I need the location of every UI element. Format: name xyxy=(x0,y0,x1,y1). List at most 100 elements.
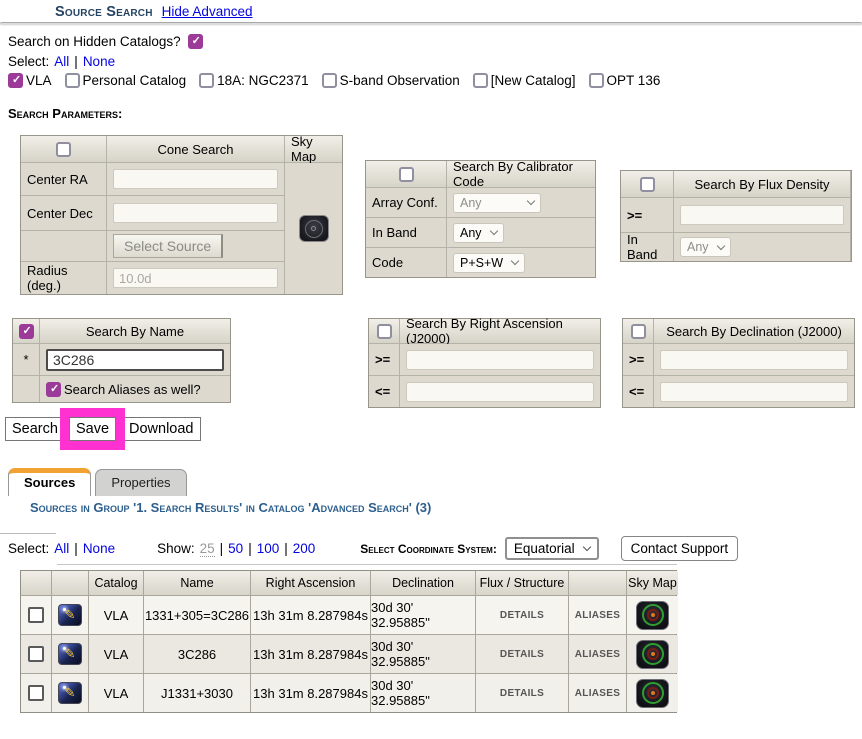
details-link[interactable]: Details xyxy=(476,596,568,634)
calib-in-band-select[interactable]: Any xyxy=(453,223,504,243)
sky-map-icon[interactable] xyxy=(636,679,669,708)
calib-in-band-label: In Band xyxy=(366,218,446,247)
flux-gte-input[interactable] xyxy=(680,205,844,225)
col-header-aliases xyxy=(569,571,626,595)
show-50-link[interactable]: 50 xyxy=(228,541,243,556)
chevron-down-icon xyxy=(489,227,497,235)
ra-lte-input[interactable] xyxy=(406,382,594,402)
results-select-all-link[interactable]: All xyxy=(54,541,69,556)
dec-gte-input[interactable] xyxy=(660,350,848,370)
rule-segment xyxy=(57,564,677,565)
sky-map-icon[interactable] xyxy=(636,601,669,630)
catalog-item-18a: 18A: NGC2371 xyxy=(199,73,309,88)
right-ascension-checkbox[interactable] xyxy=(377,324,392,339)
cell-ra: 13h 31m 8.287984s xyxy=(251,674,370,712)
catalog-checkbox-sband[interactable] xyxy=(322,73,337,88)
dec-gte-label: >= xyxy=(623,344,653,375)
hide-advanced-link[interactable]: Hide Advanced xyxy=(162,4,253,19)
calibrator-code-checkbox[interactable] xyxy=(399,167,414,182)
search-by-name-panel: Search By Name * Search Aliases as well? xyxy=(12,318,231,403)
cone-skymap-icon[interactable] xyxy=(299,215,329,242)
name-star-label: * xyxy=(13,344,39,375)
catalog-checkbox-personal[interactable] xyxy=(65,73,80,88)
tab-properties[interactable]: Properties xyxy=(95,469,186,496)
row-checkbox[interactable] xyxy=(28,607,44,623)
cell-catalog: VLA xyxy=(89,635,143,673)
radius-input[interactable] xyxy=(113,268,278,288)
col-header-dec: Declination xyxy=(371,571,475,595)
center-dec-input[interactable] xyxy=(113,203,278,223)
row-checkbox[interactable] xyxy=(28,646,44,662)
cone-search-checkbox[interactable] xyxy=(56,142,71,157)
catalog-item-vla: VLA xyxy=(8,73,52,88)
edit-source-icon[interactable]: ✎ xyxy=(58,643,82,665)
col-header-catalog: Catalog xyxy=(89,571,143,595)
ra-gte-input[interactable] xyxy=(406,350,594,370)
catalog-item-new: [New Catalog] xyxy=(473,73,576,88)
dec-lte-input[interactable] xyxy=(660,382,848,402)
row-checkbox[interactable] xyxy=(28,685,44,701)
catalog-label: VLA xyxy=(26,73,52,88)
download-button[interactable]: Download xyxy=(120,417,201,441)
details-link[interactable]: Details xyxy=(476,635,568,673)
name-input[interactable] xyxy=(46,349,224,371)
details-link[interactable]: Details xyxy=(476,674,568,712)
aliases-link[interactable]: Aliases xyxy=(569,635,626,673)
hidden-catalogs-row: Search on Hidden Catalogs? xyxy=(8,34,203,49)
array-conf-select[interactable]: Any xyxy=(453,193,541,213)
flux-gte-label: >= xyxy=(621,198,673,232)
divider: | xyxy=(284,541,288,556)
code-select[interactable]: P+S+W xyxy=(453,253,525,273)
catalog-label: [New Catalog] xyxy=(491,73,576,88)
sky-map-icon[interactable] xyxy=(636,640,669,669)
show-100-link[interactable]: 100 xyxy=(257,541,280,556)
results-select-none-link[interactable]: None xyxy=(83,541,115,556)
cone-search-title: Cone Search xyxy=(107,136,284,162)
center-ra-input[interactable] xyxy=(113,169,278,189)
right-ascension-title: Search By Right Ascension (J2000) xyxy=(400,319,600,343)
search-aliases-checkbox[interactable] xyxy=(46,382,61,397)
catalog-checkbox-new[interactable] xyxy=(473,73,488,88)
edit-source-icon[interactable]: ✎ xyxy=(58,682,82,704)
cone-search-panel: Cone Search Sky Map Center RA Center Dec… xyxy=(20,135,343,295)
name-empty-cell xyxy=(13,376,39,402)
declination-checkbox[interactable] xyxy=(631,324,646,339)
search-by-name-title: Search By Name xyxy=(40,319,230,343)
aliases-link[interactable]: Aliases xyxy=(569,596,626,634)
edit-source-icon[interactable]: ✎ xyxy=(58,604,82,626)
catalog-checkbox-vla[interactable] xyxy=(8,73,23,88)
flux-in-band-select[interactable]: Any xyxy=(680,237,731,257)
catalog-checkbox-opt136[interactable] xyxy=(589,73,604,88)
coordinate-system-select[interactable]: Equatorial xyxy=(505,537,599,560)
flux-in-band-label: In Band xyxy=(621,233,673,261)
save-button[interactable]: Save xyxy=(69,417,116,441)
array-conf-label: Array Conf. xyxy=(366,188,446,217)
flux-density-title: Search By Flux Density xyxy=(674,171,850,197)
search-button[interactable]: Search xyxy=(5,417,65,441)
catalog-checkbox-18a[interactable] xyxy=(199,73,214,88)
catalog-item-sband: S-band Observation xyxy=(322,73,460,88)
divider: | xyxy=(220,541,224,556)
flux-density-checkbox[interactable] xyxy=(640,177,655,192)
save-button-highlight: Save xyxy=(60,408,125,450)
tab-sources[interactable]: Sources xyxy=(8,468,91,496)
col-header-edit xyxy=(52,571,88,595)
catalog-select-row: Select: All | None xyxy=(8,54,115,69)
select-divider: | xyxy=(74,54,78,69)
select-all-link[interactable]: All xyxy=(54,54,69,69)
select-none-link[interactable]: None xyxy=(83,54,115,69)
hidden-catalogs-checkbox[interactable] xyxy=(188,34,203,49)
search-by-name-checkbox[interactable] xyxy=(19,324,34,339)
calibrator-code-title: Search By Calibrator Code xyxy=(447,161,595,187)
contact-support-button[interactable]: Contact Support xyxy=(621,536,739,561)
aliases-link[interactable]: Aliases xyxy=(569,674,626,712)
cell-ra: 13h 31m 8.287984s xyxy=(251,635,370,673)
show-label: Show: xyxy=(157,541,195,556)
select-source-button[interactable]: Select Source xyxy=(113,234,223,258)
page-title: Source Search xyxy=(55,4,153,20)
right-ascension-panel: Search By Right Ascension (J2000) >= <= xyxy=(368,318,601,408)
show-200-link[interactable]: 200 xyxy=(293,541,316,556)
cell-name: 1331+305=3C286 xyxy=(144,596,250,634)
chevron-down-icon xyxy=(511,257,519,265)
results-select-label: Select: xyxy=(8,541,49,556)
